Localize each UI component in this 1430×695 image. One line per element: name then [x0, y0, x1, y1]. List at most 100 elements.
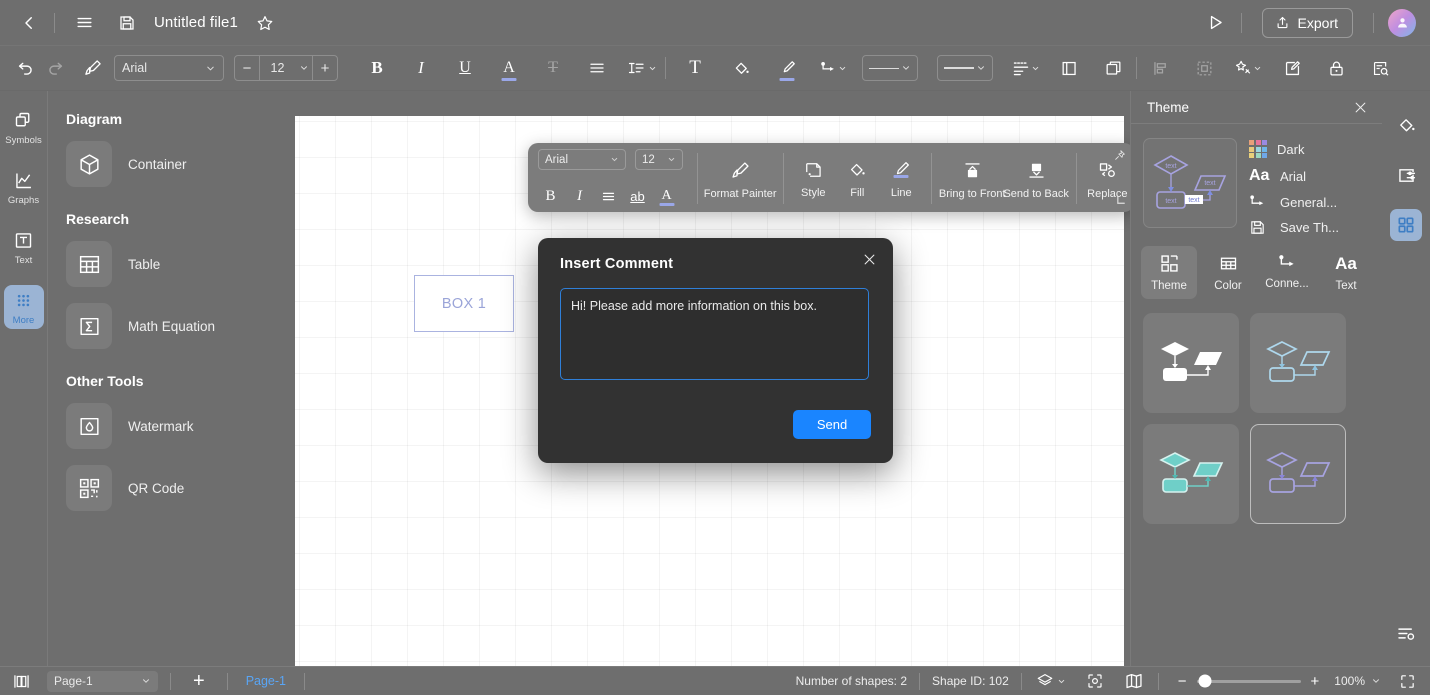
theme-option-dark[interactable]: Dark [1249, 140, 1339, 158]
theme-card-purple[interactable] [1250, 424, 1346, 524]
split-view-icon[interactable] [10, 673, 33, 690]
tool-math-equation[interactable]: Math Equation [48, 295, 295, 357]
text-align-icon[interactable] [582, 53, 612, 83]
ctx-style-button[interactable]: Style [791, 149, 835, 208]
line-spacing-icon[interactable] [626, 53, 657, 83]
duplicate-page-icon[interactable] [1054, 53, 1084, 83]
fullscreen-icon[interactable] [1397, 673, 1418, 690]
file-title[interactable]: Untitled file1 [154, 14, 238, 31]
ctx-font-size-select[interactable]: 12 [635, 149, 683, 170]
text-box-button[interactable]: T [680, 53, 710, 83]
tab-connector[interactable]: Conne... [1259, 246, 1315, 299]
tool-qr-code[interactable]: QR Code [48, 457, 295, 519]
zoom-track[interactable] [1196, 674, 1301, 688]
redo-button[interactable] [40, 53, 70, 83]
page-select[interactable]: Page-1 [47, 670, 158, 692]
copy-shape-icon[interactable] [1098, 53, 1128, 83]
ctx-fill-button[interactable]: Fill [835, 149, 879, 208]
ctx-send-to-back-button[interactable]: Send to Back [1003, 149, 1069, 208]
group-shapes-icon[interactable] [1189, 53, 1219, 83]
ctx-font-family-select[interactable]: Arial [538, 149, 626, 170]
tool-container[interactable]: Container [48, 133, 295, 195]
theme-card-teal[interactable] [1143, 424, 1239, 524]
avatar[interactable] [1388, 8, 1416, 37]
theme-card-light-blue[interactable] [1250, 313, 1346, 413]
ctx-bring-to-front-button[interactable]: Bring to Front [939, 149, 1006, 208]
close-x-icon[interactable] [1353, 100, 1368, 115]
zoom-in-button[interactable]: + [1308, 674, 1323, 689]
sidebar-item-text[interactable]: Text [4, 225, 44, 269]
paint-bucket-icon[interactable] [726, 53, 756, 83]
titlebar-right-group: Export [1196, 7, 1430, 38]
right-rail-panel-settings[interactable] [1390, 159, 1422, 191]
zoom-out-button[interactable]: − [1175, 674, 1190, 689]
sidebar-item-more[interactable]: More [3, 285, 44, 329]
bold-button[interactable]: B [362, 53, 392, 83]
close-x-icon[interactable] [862, 252, 877, 267]
export-button[interactable]: Export [1261, 7, 1353, 38]
dialog-title: Insert Comment [560, 256, 674, 272]
hamburger-menu-icon[interactable] [67, 7, 102, 38]
ctx-case-button[interactable]: ab [625, 184, 650, 208]
star-favorite-icon[interactable] [248, 8, 282, 38]
line-weight-select[interactable] [862, 55, 918, 81]
back-button[interactable] [10, 8, 48, 38]
line-dash-select[interactable] [937, 55, 993, 81]
font-family-select[interactable]: Arial [114, 55, 224, 81]
cube-container-icon [66, 141, 112, 187]
theme-card-white[interactable] [1143, 313, 1239, 413]
zoom-knob[interactable] [1198, 674, 1212, 688]
ctx-text-align-icon[interactable] [596, 184, 621, 208]
ctx-font-color-button[interactable]: A [654, 184, 679, 208]
right-rail-list-settings[interactable] [1396, 623, 1417, 644]
play-present-icon[interactable] [1196, 7, 1235, 38]
font-color-button[interactable]: A [494, 53, 524, 83]
underline-button[interactable]: U [450, 53, 480, 83]
font-size-increase[interactable]: + [313, 56, 337, 80]
page-tab-page-1[interactable]: Page-1 [240, 674, 292, 688]
right-rail-theme[interactable] [1390, 209, 1422, 241]
comment-input[interactable] [560, 288, 869, 380]
theme-preview-diagram[interactable]: text text text text [1143, 138, 1237, 228]
resize-corner-icon[interactable] [1116, 195, 1127, 206]
add-page-button[interactable]: + [183, 671, 215, 691]
find-replace-icon[interactable] [1365, 53, 1395, 83]
ctx-line-button[interactable]: Line [879, 149, 923, 208]
sidebar-item-graphs[interactable]: Graphs [4, 165, 44, 209]
undo-button[interactable] [10, 53, 40, 83]
strikethrough-button[interactable]: T [538, 53, 568, 83]
theme-option-save[interactable]: Save Th... [1249, 219, 1339, 236]
font-size-decrease[interactable]: − [235, 56, 259, 80]
sidebar-item-symbols[interactable]: Symbols [4, 105, 44, 149]
tool-table[interactable]: Table [48, 233, 295, 295]
tab-text[interactable]: Aa Text [1318, 246, 1374, 299]
send-button[interactable]: Send [793, 410, 871, 439]
connector-icon[interactable] [818, 53, 848, 83]
floppy-save-icon[interactable] [110, 8, 144, 38]
right-rail-fill[interactable] [1390, 109, 1422, 141]
tab-color[interactable]: Color [1200, 246, 1256, 299]
align-objects-icon[interactable] [1145, 53, 1175, 83]
ctx-bold-button[interactable]: B [538, 184, 563, 208]
theme-option-font[interactable]: Aa Arial [1249, 167, 1339, 185]
bullet-list-icon[interactable] [1010, 53, 1040, 83]
tab-theme[interactable]: Theme [1141, 246, 1197, 299]
font-size-input[interactable]: 12 [259, 56, 295, 80]
ctx-format-painter-button[interactable]: Format Painter [704, 149, 777, 208]
pin-icon[interactable] [1113, 149, 1126, 162]
edit-pencil-icon[interactable] [1277, 53, 1307, 83]
theme-option-connector[interactable]: General... [1249, 194, 1339, 210]
lock-icon[interactable] [1321, 53, 1351, 83]
shape-box-1[interactable]: BOX 1 [414, 275, 514, 332]
zoom-level-label[interactable]: 100% [1334, 674, 1365, 688]
brush-line-icon[interactable] [772, 53, 802, 83]
format-painter-icon[interactable] [78, 53, 108, 83]
magic-effects-icon[interactable] [1233, 53, 1263, 83]
italic-button[interactable]: I [406, 53, 436, 83]
layers-icon[interactable] [1034, 672, 1068, 690]
font-size-dropdown[interactable] [295, 56, 313, 80]
navigator-map-icon[interactable] [1122, 672, 1146, 690]
focus-selection-icon[interactable] [1084, 672, 1106, 690]
tool-watermark[interactable]: Watermark [48, 395, 295, 457]
ctx-italic-button[interactable]: I [567, 184, 592, 208]
